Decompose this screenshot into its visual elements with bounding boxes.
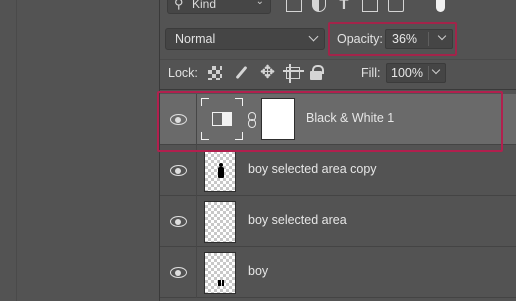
filter-toggle[interactable] — [436, 0, 445, 12]
divider — [428, 32, 429, 46]
divider — [428, 66, 429, 80]
filter-kind-label: Kind — [192, 0, 217, 11]
lock-artboard-icon[interactable] — [283, 64, 304, 83]
eye-icon[interactable] — [170, 267, 189, 278]
smart-object-filter-icon[interactable] — [388, 0, 404, 12]
lock-all-icon[interactable] — [310, 64, 324, 81]
type-filter-icon[interactable]: T — [336, 0, 352, 12]
selection-corner — [201, 132, 209, 140]
boy-silhouette — [218, 280, 224, 286]
layer-row[interactable]: boy selected area copy — [160, 145, 516, 196]
filter-kind-dropdown[interactable]: ⚲ Kind ⌄ — [167, 0, 271, 14]
layer-thumbnail[interactable] — [204, 150, 236, 192]
lock-image-pixels-icon[interactable] — [232, 64, 249, 81]
divider — [160, 89, 516, 90]
left-toolbar-strip — [0, 0, 17, 301]
black-white-adjustment-icon — [212, 112, 232, 126]
adjustment-filter-icon[interactable] — [312, 0, 326, 12]
layer-thumbnail[interactable] — [204, 252, 236, 294]
blend-mode-value: Normal — [175, 32, 216, 46]
layer-name[interactable]: boy — [248, 264, 268, 278]
chevron-down-icon: ⌄ — [255, 0, 264, 7]
chevron-down-icon[interactable] — [431, 65, 441, 75]
divider — [196, 145, 197, 196]
lock-transparent-pixels-icon[interactable] — [208, 66, 222, 80]
opacity-highlight: Opacity: 36% — [328, 22, 457, 56]
chevron-down-icon — [308, 31, 319, 42]
opacity-input[interactable]: 36% — [385, 29, 453, 49]
lock-icons: ✥ — [208, 63, 324, 83]
divider — [196, 196, 197, 247]
divider — [160, 59, 516, 60]
adjustment-layer-thumbnail[interactable] — [201, 98, 243, 140]
fill-input[interactable]: 100% — [386, 63, 446, 83]
layer-row[interactable]: boy — [160, 247, 516, 298]
boy-silhouette — [218, 163, 224, 178]
filter-icons: T — [286, 0, 404, 14]
eye-icon[interactable] — [170, 165, 189, 176]
layer-row[interactable]: Black & White 1 — [160, 94, 516, 145]
layer-name[interactable]: boy selected area copy — [248, 162, 377, 176]
selection-corner — [235, 98, 243, 106]
layers-panel: ⚲ Kind ⌄ T Normal Opacity: 36% Lock: ✥ F… — [157, 0, 516, 301]
eye-icon[interactable] — [170, 114, 189, 125]
fill-value: 100% — [391, 66, 423, 80]
divider — [196, 94, 197, 145]
fill-label: Fill: — [361, 66, 381, 80]
layer-name[interactable]: boy selected area — [248, 213, 347, 227]
layer-name[interactable]: Black & White 1 — [306, 111, 394, 125]
layer-mask-thumbnail[interactable] — [261, 98, 295, 140]
lock-label: Lock: — [168, 66, 198, 80]
lock-position-icon[interactable]: ✥ — [259, 63, 276, 81]
image-filter-icon[interactable] — [286, 0, 302, 12]
eye-icon[interactable] — [170, 216, 189, 227]
shape-filter-icon[interactable] — [362, 0, 378, 12]
divider — [196, 247, 197, 298]
blend-mode-dropdown[interactable]: Normal — [165, 28, 325, 50]
layer-row[interactable]: boy selected area — [160, 196, 516, 247]
opacity-label: Opacity: — [337, 32, 383, 46]
chevron-down-icon[interactable] — [437, 31, 447, 41]
selection-corner — [235, 132, 243, 140]
canvas-area — [17, 0, 159, 301]
layer-thumbnail[interactable] — [204, 201, 236, 243]
search-icon: ⚲ — [174, 0, 184, 11]
chain-link-icon[interactable] — [247, 112, 257, 128]
opacity-value: 36% — [392, 32, 418, 46]
selection-corner — [201, 98, 209, 106]
